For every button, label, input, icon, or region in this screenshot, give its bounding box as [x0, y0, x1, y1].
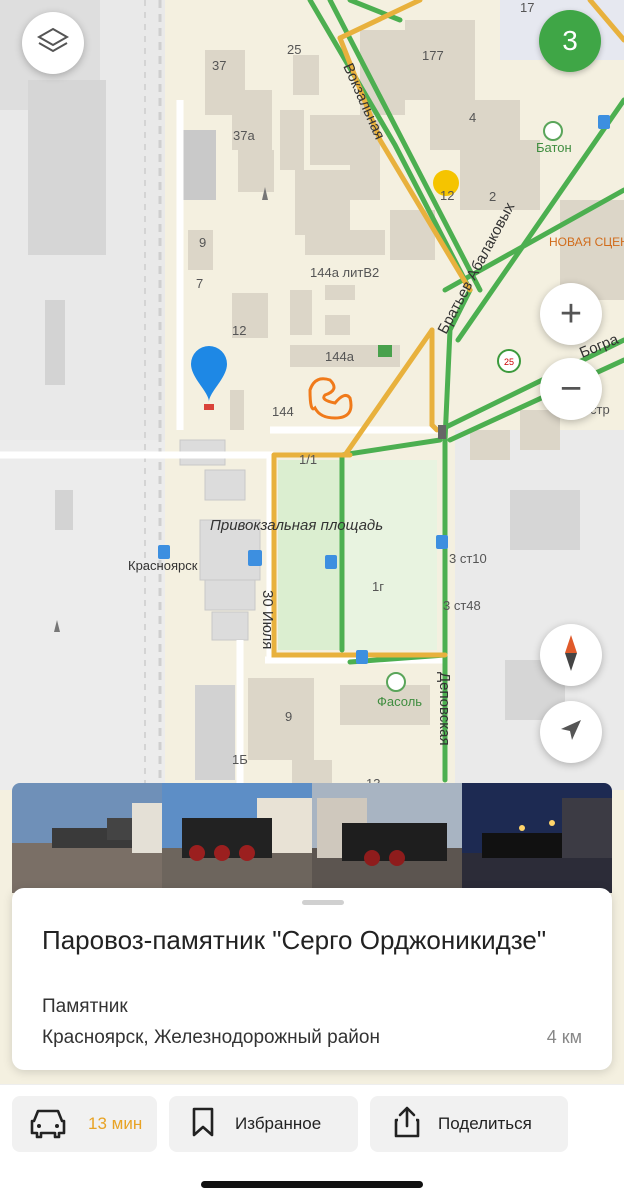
locate-me-button[interactable]: [540, 701, 602, 763]
photo-thumbnail[interactable]: [12, 783, 162, 893]
house-number: 37: [212, 58, 226, 73]
layers-icon: [36, 26, 70, 61]
poi-label: НОВАЯ СЦЕН: [549, 235, 624, 249]
photo-thumbnail[interactable]: [162, 783, 312, 893]
bookmark-icon: [191, 1106, 215, 1143]
house-number: 1г: [372, 579, 384, 594]
house-number: 9: [199, 235, 206, 250]
drag-handle[interactable]: [302, 900, 344, 905]
house-number: 12: [232, 323, 246, 338]
navigation-arrow-icon: [557, 716, 585, 749]
action-bar: 13 мин Избранное Поделиться: [0, 1084, 624, 1201]
compass-button[interactable]: [540, 624, 602, 686]
compass-icon: [556, 633, 586, 678]
house-number: 144а: [325, 349, 355, 364]
square-label: Привокзальная площадь: [210, 517, 383, 534]
house-number: 1Б: [232, 752, 248, 767]
house-number: 25: [287, 42, 301, 57]
house-number: 3 ст10: [449, 551, 487, 566]
house-number: 17: [520, 0, 534, 15]
poi-label: Батон: [536, 140, 572, 155]
favorite-label: Избранное: [235, 1114, 322, 1133]
route-number: 25: [504, 357, 514, 367]
route-button[interactable]: 13 мин: [12, 1096, 157, 1152]
place-title: Паровоз-памятник "Серго Орджоникидзе": [42, 925, 547, 955]
home-indicator: [201, 1181, 423, 1188]
place-distance: 4 км: [546, 1027, 582, 1047]
poi-label: Фасоль: [377, 694, 422, 709]
house-number: 9: [285, 709, 292, 724]
notification-count-badge[interactable]: 3: [539, 10, 601, 72]
house-number: 37а: [233, 128, 255, 143]
share-icon: [394, 1106, 420, 1143]
house-number: 12: [440, 188, 454, 203]
minus-icon: −: [559, 368, 583, 410]
place-card[interactable]: Паровоз-памятник "Серго Орджоникидзе" Па…: [12, 888, 612, 1070]
car-icon: [28, 1105, 68, 1144]
photo-thumbnail[interactable]: [462, 783, 612, 893]
street-label: 30 Июля: [259, 590, 276, 649]
layers-button[interactable]: [22, 12, 84, 74]
zoom-in-button[interactable]: +: [540, 283, 602, 345]
photo-gallery[interactable]: [12, 783, 612, 893]
house-number: 177: [422, 48, 444, 63]
share-button[interactable]: Поделиться: [370, 1096, 568, 1152]
place-category: Памятник: [42, 996, 128, 1017]
photo-thumbnail[interactable]: [312, 783, 462, 893]
place-address: Красноярск, Железнодорожный район: [42, 1027, 380, 1048]
city-label: Красноярск: [128, 558, 198, 573]
house-number: 3 ст48: [443, 598, 481, 613]
favorite-button[interactable]: Избранное: [169, 1096, 358, 1152]
house-number: 144: [272, 404, 294, 419]
house-number: 1/1: [299, 452, 317, 467]
share-label: Поделиться: [438, 1114, 532, 1133]
house-number: 4: [469, 110, 476, 125]
house-number: 2: [489, 189, 496, 204]
route-time: 13 мин: [88, 1114, 143, 1133]
plus-icon: +: [559, 293, 583, 335]
house-number: 144а литВ2: [310, 265, 379, 280]
house-number: 7: [196, 276, 203, 291]
zoom-out-button[interactable]: −: [540, 358, 602, 420]
street-label: Деповская: [436, 672, 453, 746]
